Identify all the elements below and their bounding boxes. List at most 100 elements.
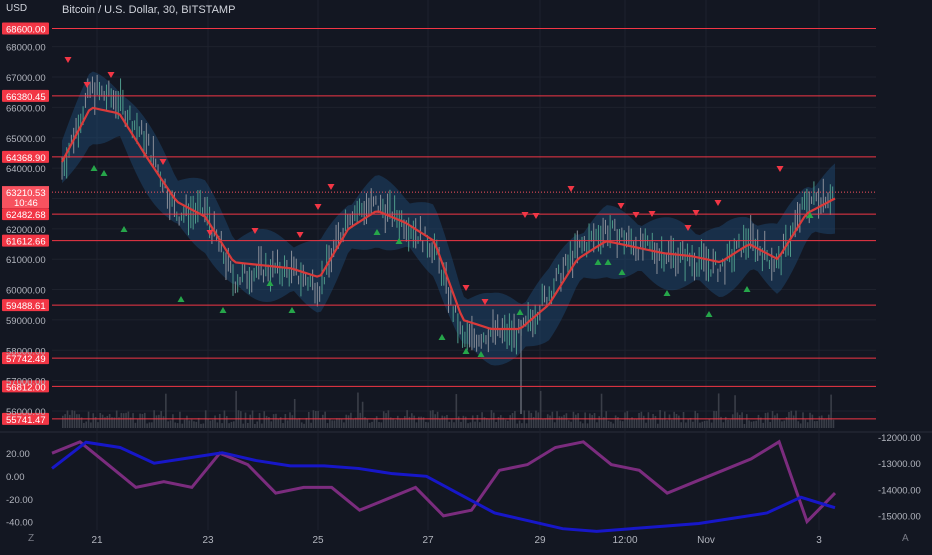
volume-bar [804, 419, 807, 428]
currency-badge[interactable]: USD [6, 3, 27, 14]
volume-bar [132, 413, 134, 428]
volume-bar [167, 421, 170, 428]
volume-bar [396, 415, 399, 428]
volume-bar [380, 422, 383, 428]
volume-bar [127, 411, 130, 428]
volume-bar [591, 415, 593, 428]
volume-bar [654, 415, 657, 428]
volume-bar [455, 394, 458, 428]
volume-bar [776, 413, 779, 428]
oscillator-left-tick: 0.00 [6, 472, 25, 483]
volume-bar [193, 421, 195, 428]
volume-bar [514, 411, 516, 428]
volume-bar [570, 421, 572, 428]
volume-bar [685, 422, 687, 428]
volume-bar [207, 418, 209, 428]
volume-bar [755, 420, 757, 428]
volume-bar [314, 410, 317, 428]
oscillator-right-tick: -14000.00 [878, 485, 921, 496]
volume-bar [504, 419, 507, 428]
volume-bar [324, 411, 326, 428]
volume-bar [509, 415, 512, 428]
volume-bar [467, 423, 469, 428]
volume-bar [347, 415, 350, 428]
volume-bar [830, 394, 832, 428]
volume-bar [343, 422, 345, 428]
volume-bar [832, 419, 835, 428]
volume-bar [469, 422, 472, 428]
volume-bar [317, 410, 319, 428]
volume-bar [558, 416, 561, 428]
volume-bar [265, 415, 268, 428]
auto-scale-button[interactable]: A [902, 533, 909, 544]
volume-bar [183, 419, 186, 428]
price-tick: 64000.00 [6, 164, 46, 175]
price-tick: 59000.00 [6, 316, 46, 327]
volume-bar [338, 418, 341, 428]
volume-bar [692, 421, 694, 428]
volume-bar [572, 411, 575, 428]
volume-bar [734, 395, 736, 428]
chart-canvas[interactable]: 68600.00 66380.45 64368.90 62482.68 61612.66… [0, 0, 932, 550]
zoom-reset-button[interactable]: Z [28, 533, 34, 544]
volume-bar [820, 415, 823, 428]
volume-bar [392, 418, 394, 428]
volume-bar [225, 416, 228, 428]
volume-bar [158, 414, 160, 428]
volume-bar [366, 418, 369, 428]
volume-bar [478, 422, 481, 428]
volume-bar [598, 416, 601, 428]
volume-bar [450, 419, 453, 428]
volume-bar [757, 414, 760, 428]
volume-bar [495, 421, 497, 428]
volume-bar [696, 413, 699, 428]
volume-bar [551, 411, 554, 428]
volume-bar [689, 417, 692, 428]
volume-bar [443, 416, 446, 428]
volume-bar [612, 423, 615, 428]
symbol-title[interactable]: Bitcoin / U.S. Dollar, 30, BITSTAMP [62, 4, 235, 16]
volume-bar [258, 413, 261, 428]
volume-bar [736, 412, 739, 428]
price-tick: 66000.00 [6, 103, 46, 114]
volume-bar [403, 416, 406, 428]
volume-bar [296, 418, 298, 428]
volume-bar [373, 419, 376, 428]
time-tick: 29 [534, 535, 546, 546]
volume-bar [209, 420, 212, 428]
volume-bar [579, 421, 582, 428]
volume-bar [179, 411, 181, 428]
volume-bar [762, 422, 764, 428]
volume-bar [244, 412, 247, 428]
volume-bar [275, 413, 277, 428]
volume-bar [352, 419, 355, 428]
volume-bar [73, 410, 76, 428]
volume-bar [375, 416, 378, 428]
time-tick: 12:00 [612, 535, 637, 546]
oscillator-left-tick: -40.00 [6, 518, 33, 529]
volume-bar [549, 415, 551, 428]
volume-bar [277, 419, 280, 428]
volume-bar [790, 410, 793, 428]
volume-bar [703, 420, 706, 428]
volume-bar [368, 422, 371, 428]
volume-bar [827, 414, 830, 428]
volume-bar [460, 421, 462, 428]
volume-bar [589, 413, 591, 428]
chart-background [0, 0, 932, 550]
volume-bar [197, 417, 200, 428]
volume-bar [148, 422, 151, 428]
volume-bar [162, 416, 165, 428]
volume-bar [507, 420, 509, 428]
volume-bar [586, 423, 589, 428]
volume-bar [249, 414, 251, 428]
level-label: 61612.66 [6, 237, 46, 248]
price-tick: 60000.00 [6, 286, 46, 297]
volume-bar [610, 421, 612, 428]
volume-bar [727, 419, 729, 428]
volume-bar [626, 411, 629, 428]
time-tick: 27 [422, 535, 434, 546]
volume-bar [134, 422, 137, 428]
volume-bar [560, 416, 563, 428]
level-label: 62482.68 [6, 210, 46, 221]
